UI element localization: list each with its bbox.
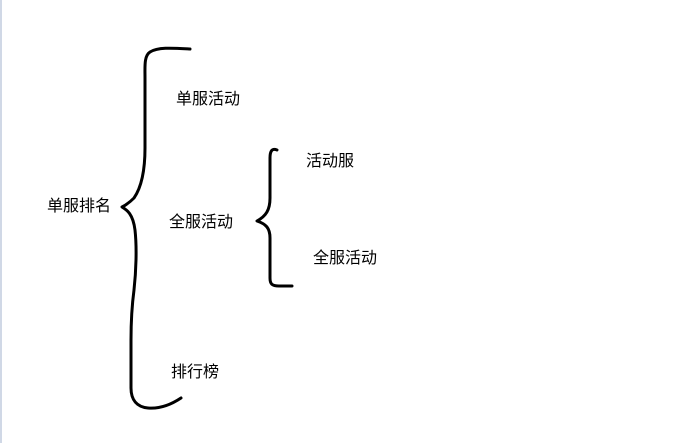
braces-layer <box>120 46 294 410</box>
grandchild-node-label-2: 全服活动 <box>313 248 378 267</box>
mind-map-canvas: 单服排名 单服活动 全服活动 活动服 全服活动 排行榜 <box>0 0 685 443</box>
child-node-label-3: 排行榜 <box>171 362 220 381</box>
root-node-label: 单服排名 <box>47 196 112 215</box>
grandchild-node-label-1: 活动服 <box>306 151 355 170</box>
sub-brace <box>255 147 294 288</box>
child-node-label-1: 单服活动 <box>176 89 241 108</box>
child-node-label-2: 全服活动 <box>169 212 234 231</box>
